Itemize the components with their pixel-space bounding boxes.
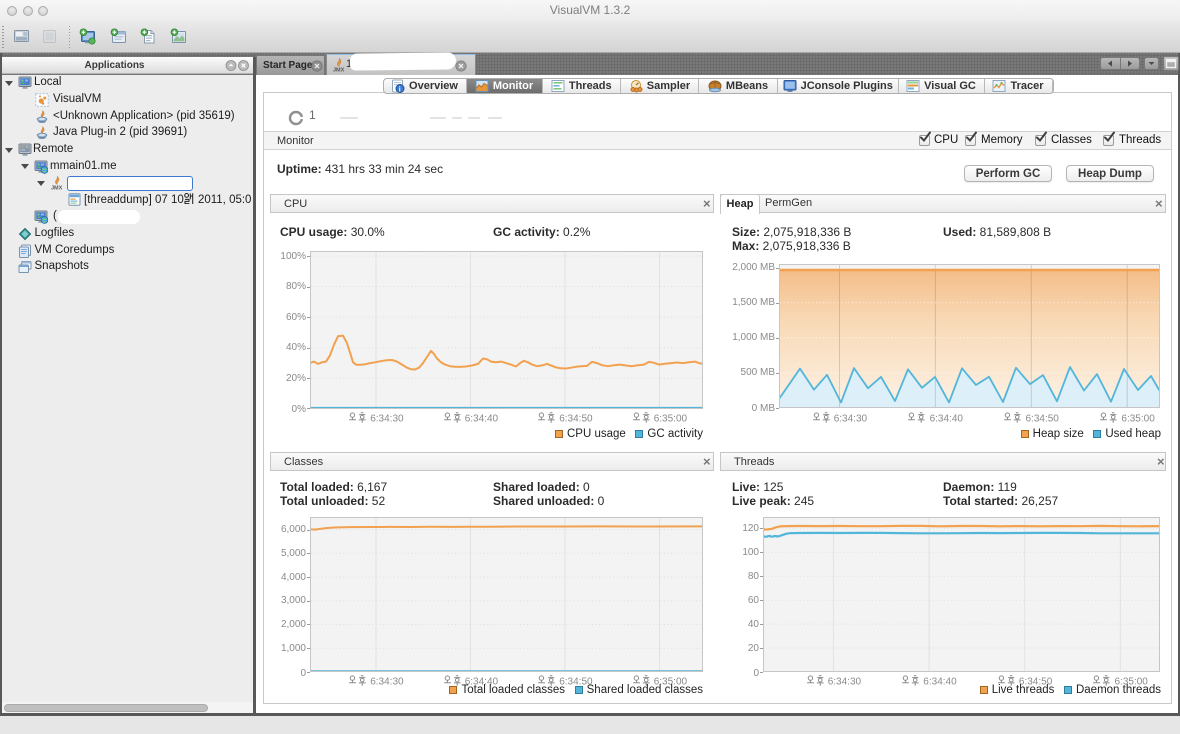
svg-text:JMX: JMX bbox=[51, 185, 63, 191]
svg-text:i: i bbox=[399, 86, 401, 93]
svg-text:JMX: JMX bbox=[333, 68, 345, 74]
